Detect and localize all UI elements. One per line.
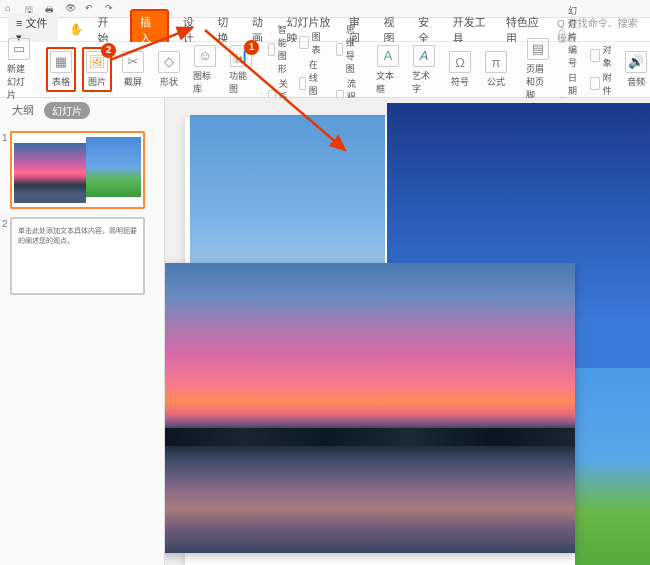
btn-slide-number[interactable]: 幻灯片编号 (559, 4, 584, 69)
wordart-icon: A (413, 45, 435, 67)
audio-icon: 🔊 (625, 51, 647, 73)
symbol-label: 符号 (451, 75, 469, 88)
tab-outline[interactable]: 大纲 (12, 102, 34, 119)
screenshot-icon: ✂ (122, 51, 144, 73)
hand-icon[interactable]: ✋ (70, 23, 84, 36)
btn-object[interactable]: 对象 (590, 43, 615, 69)
chart-icon (299, 36, 309, 49)
shapes-icon: ◇ (158, 51, 180, 73)
chart-label: 图表 (312, 30, 324, 56)
mindmap-icon (336, 43, 343, 56)
preview-icon[interactable]: 👁 (65, 3, 77, 15)
iconlib-icon: ☺ (194, 45, 216, 67)
slide-panel: 大纲 幻灯片 1 2 单击此处添加文本具体内容，简明扼要的阐述您的观点。 (0, 98, 165, 565)
slide-num: 1 (2, 133, 8, 144)
mindmap-label: 思维导图 (346, 23, 361, 75)
online-chart-icon (299, 77, 306, 90)
attachment-label: 附件 (603, 71, 615, 97)
equation-label: 公式 (487, 75, 505, 88)
btn-textbox[interactable]: A 文本框 (373, 43, 403, 97)
ribbon-attach-group: 对象 附件 (590, 43, 615, 97)
textbox-label: 文本框 (376, 69, 400, 95)
btn-header-footer[interactable]: ▤ 页眉和页脚 (523, 36, 553, 103)
audio-label: 音频 (627, 75, 645, 88)
canvas-image-grass[interactable] (575, 368, 650, 565)
btn-audio[interactable]: 🔊 音频 (621, 49, 650, 90)
slide-thumb-2[interactable]: 2 单击此处添加文本具体内容，简明扼要的阐述您的观点。 (10, 217, 154, 295)
btn-smart-art[interactable]: 智能图形 (268, 23, 293, 75)
table-icon: ▦ (50, 51, 72, 73)
btn-mindmap[interactable]: 思维导图 (336, 23, 361, 75)
btn-icon-lib[interactable]: ☺ 图标库 (190, 43, 220, 97)
btn-new-slide[interactable]: ▭ 新建幻灯片 (4, 36, 34, 103)
image-label: 图片 (88, 75, 106, 88)
smartart-icon (268, 43, 275, 56)
btn-equation[interactable]: π 公式 (481, 49, 511, 90)
btn-attachment[interactable]: 附件 (590, 71, 615, 97)
btn-feature-chart[interactable]: 1 📊 功能图 (226, 43, 256, 97)
thumb-sunset-image (14, 143, 86, 203)
btn-symbol[interactable]: Ω 符号 (445, 49, 475, 90)
file-label: 文件 (25, 18, 47, 30)
workspace: 大纲 幻灯片 1 2 单击此处添加文本具体内容，简明扼要的阐述您的观点。 (0, 98, 650, 565)
btn-screenshot[interactable]: ✂ 截屏 (118, 49, 148, 90)
btn-shapes[interactable]: ◇ 形状 (154, 49, 184, 90)
slide-number-icon (559, 30, 565, 43)
btn-wordart[interactable]: A 艺术字 (409, 43, 439, 97)
annotation-badge-2: 2 (101, 43, 116, 58)
canvas-image-sunset[interactable] (165, 263, 575, 553)
slide-thumb-1[interactable]: 1 (10, 131, 154, 209)
btn-chart[interactable]: 图表 (299, 30, 324, 56)
wordart-label: 艺术字 (412, 69, 436, 95)
thumb2-placeholder-text: 单击此处添加文本具体内容，简明扼要的阐述您的观点。 (12, 219, 143, 255)
textbox-icon: A (377, 45, 399, 67)
feature-chart-label: 功能图 (229, 69, 253, 95)
new-slide-icon: ▭ (8, 38, 30, 60)
slide-number-label: 幻灯片编号 (568, 4, 584, 69)
btn-image[interactable]: 2 🖼 图片 (82, 47, 112, 92)
thumb-card (10, 131, 145, 209)
slide-num: 2 (2, 219, 8, 230)
table-label: 表格 (52, 75, 70, 88)
smartart-label: 智能图形 (278, 23, 293, 75)
shapes-label: 形状 (160, 75, 178, 88)
object-label: 对象 (603, 43, 615, 69)
ribbon-insert: ▭ 新建幻灯片 ▦ 表格 2 🖼 图片 ✂ 截屏 ◇ 形状 ☺ 图标库 1 📊 … (0, 42, 650, 98)
tab-slides[interactable]: 幻灯片 (44, 102, 90, 119)
btn-table[interactable]: ▦ 表格 (46, 47, 76, 92)
attachment-icon (590, 77, 600, 90)
symbol-icon: Ω (449, 51, 471, 73)
annotation-badge-1: 1 (244, 40, 259, 55)
object-icon (590, 49, 600, 62)
iconlib-label: 图标库 (193, 69, 217, 95)
new-slide-label: 新建幻灯片 (7, 62, 31, 101)
header-footer-icon: ▤ (527, 38, 549, 60)
screenshot-label: 截屏 (124, 75, 142, 88)
thumb-wind-image (86, 137, 141, 197)
slide-canvas[interactable] (165, 98, 650, 565)
equation-icon: π (485, 51, 507, 73)
header-footer-label: 页眉和页脚 (526, 62, 550, 101)
thumb-card: 单击此处添加文本具体内容，简明扼要的阐述您的观点。 (10, 217, 145, 295)
